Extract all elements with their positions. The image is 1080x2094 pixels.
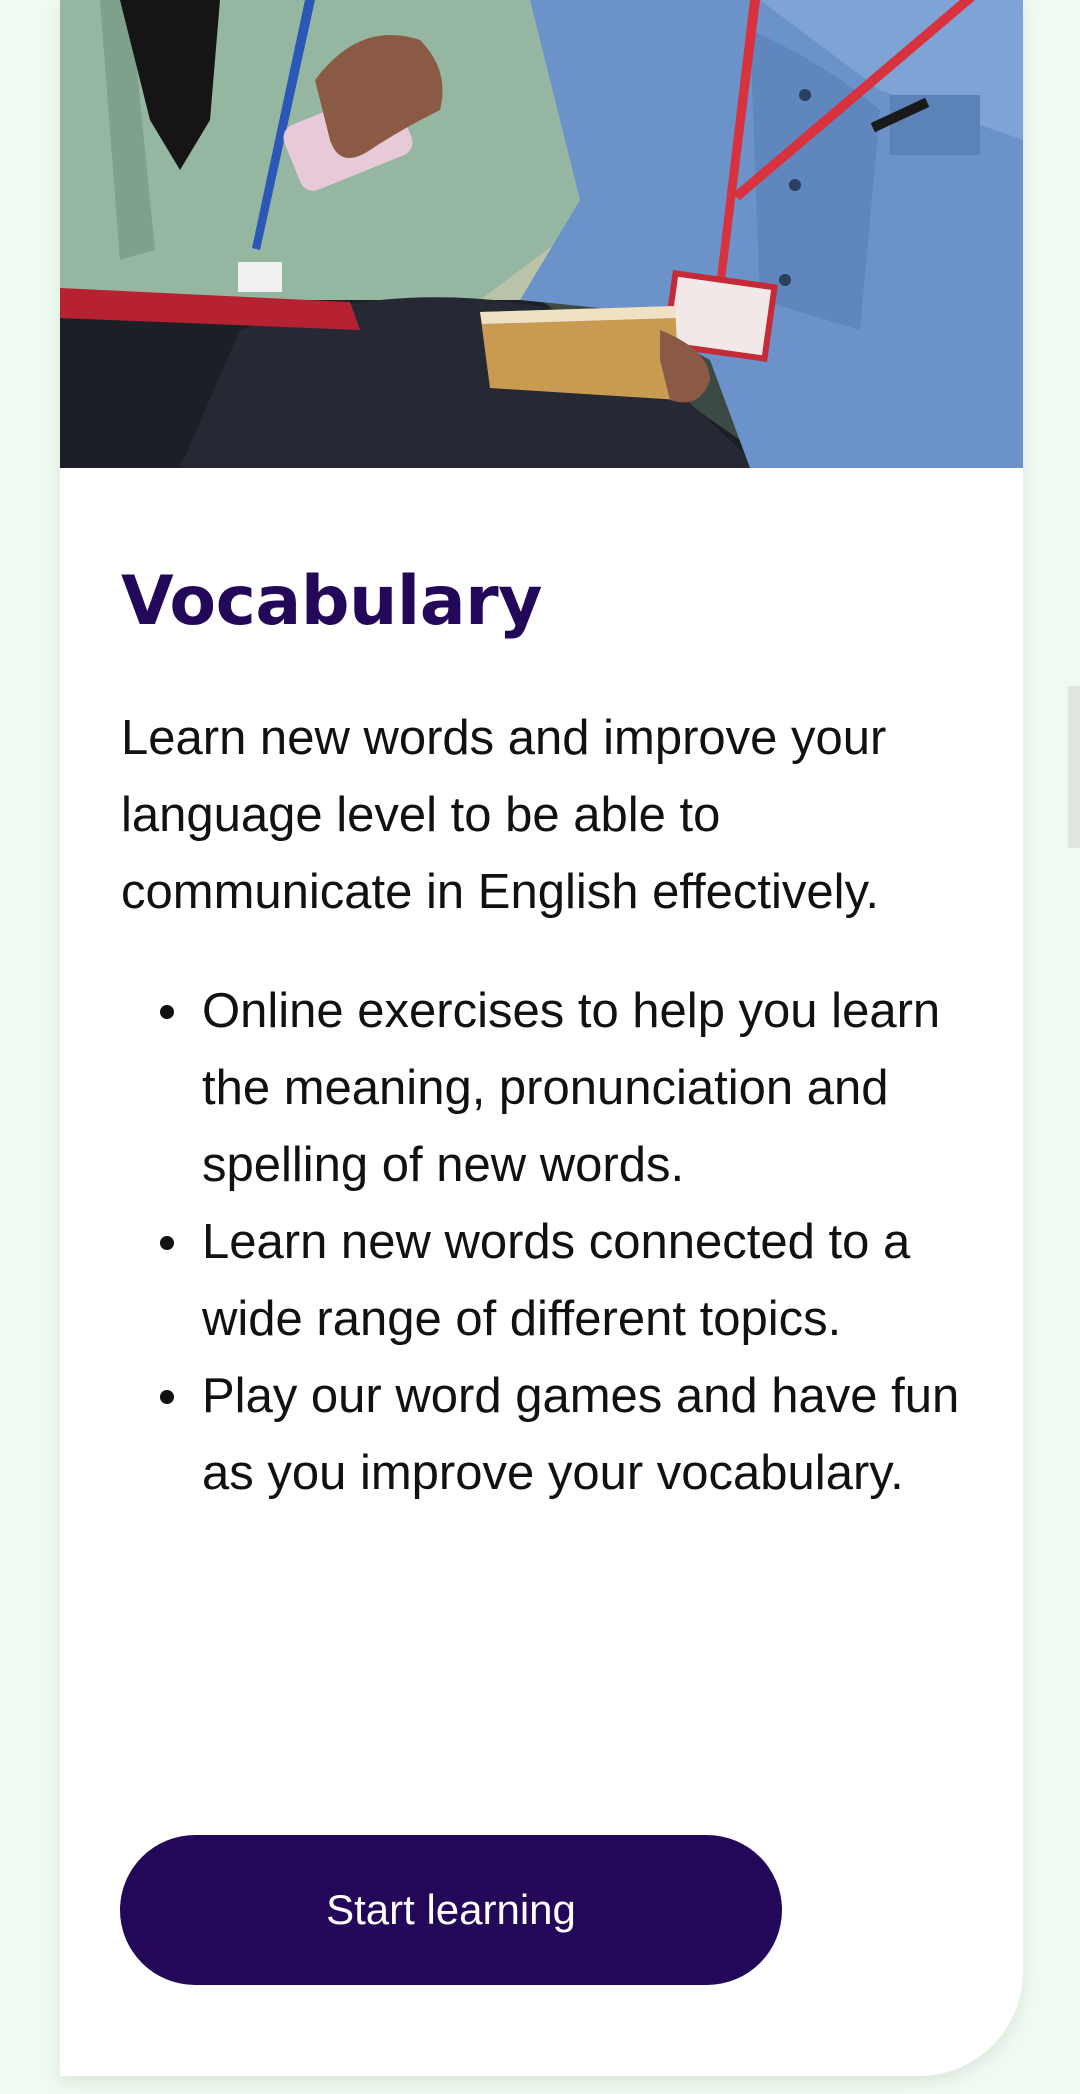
feature-list-item: Learn new words connected to a wide rang… <box>160 1204 1002 1358</box>
hero-photo-illustration <box>60 0 1023 468</box>
scrollbar-thumb[interactable] <box>1068 686 1080 848</box>
page: Vocabulary Learn new words and improve y… <box>0 0 1080 2094</box>
start-learning-button[interactable]: Start learning <box>120 1835 782 1985</box>
feature-list: Online exercises to help you learn the m… <box>121 973 1002 1512</box>
card-description: Learn new words and improve your languag… <box>121 711 887 919</box>
card-content: Vocabulary Learn new words and improve y… <box>121 560 1001 1512</box>
card-title: Vocabulary <box>121 562 542 641</box>
vocabulary-card: Vocabulary Learn new words and improve y… <box>60 0 1023 2076</box>
feature-list-item: Online exercises to help you learn the m… <box>160 973 1002 1204</box>
feature-list-item: Play our word games and have fun as you … <box>160 1358 1002 1512</box>
hero-photo <box>60 0 1023 468</box>
